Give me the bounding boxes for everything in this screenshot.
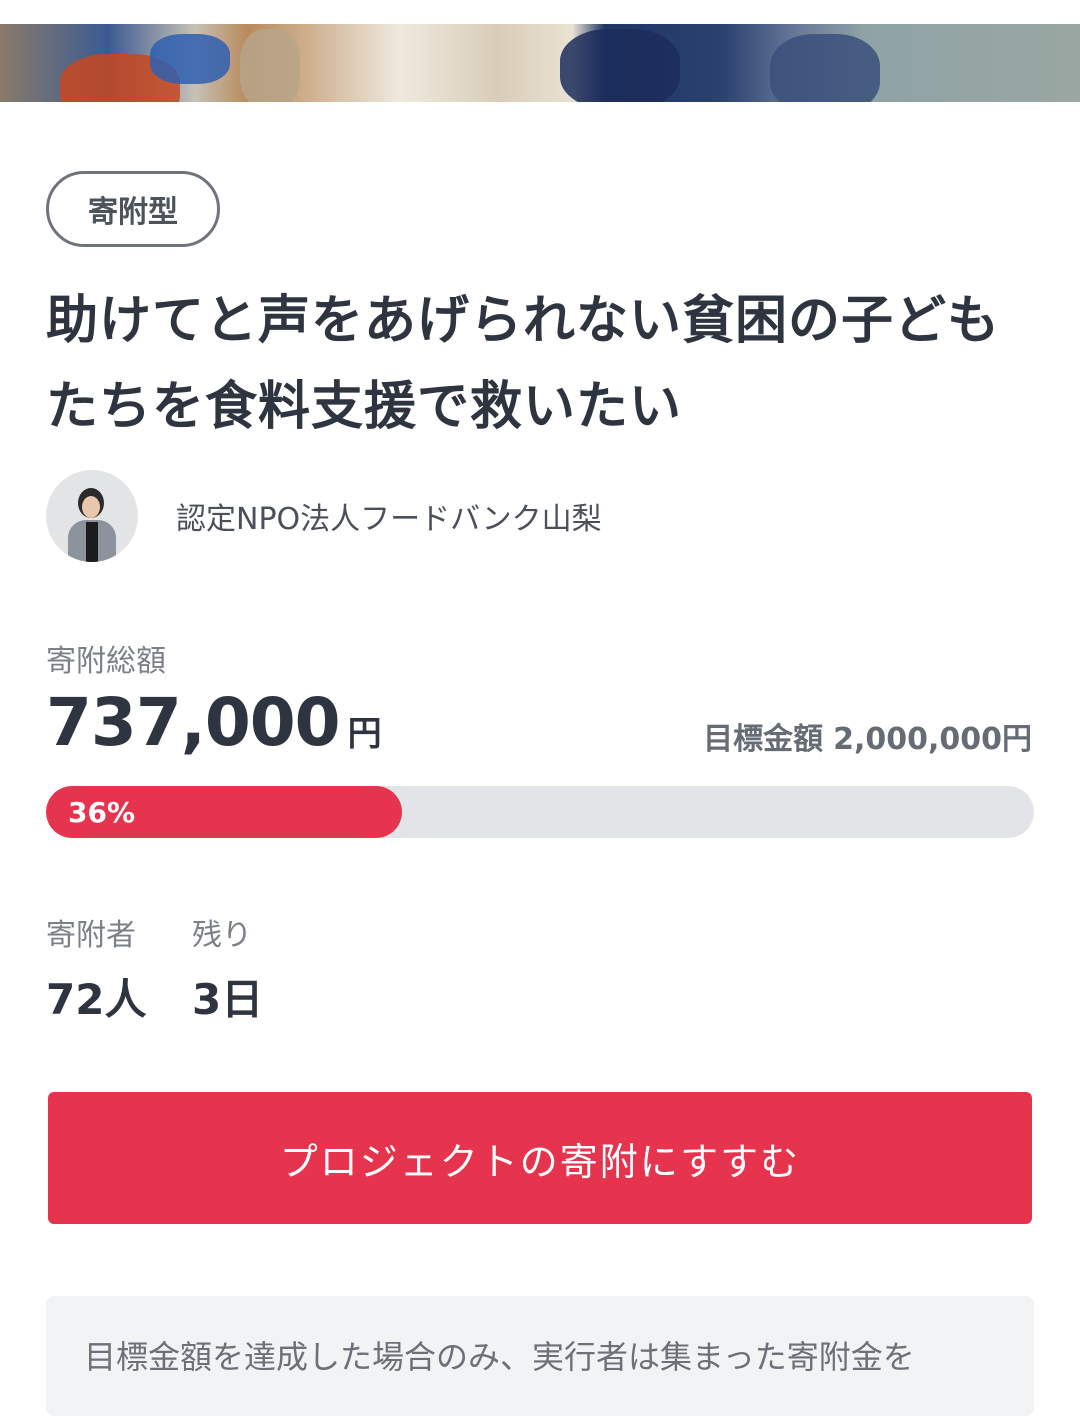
hero-image-area [0, 0, 1080, 102]
total-amount: 737,000 円 [46, 684, 382, 761]
goal-amount: 目標金額 2,000,000円 [703, 714, 1032, 758]
remaining-stat: 残り 3日 [192, 910, 263, 1027]
project-title: 助けてと声をあげられない貧困の子どもたちを食料支援で救いたい [46, 291, 1001, 437]
progress-bar: 36% [46, 786, 1034, 838]
remaining-label: 残り [192, 918, 252, 953]
organization-name[interactable]: 認定NPO法人フードバンク山梨 [176, 494, 602, 538]
remaining-value: 3日 [192, 975, 264, 1024]
progress-percent: 36% [68, 795, 136, 829]
info-note-text: 目標金額を達成した場合のみ、実行者は集まった寄附金を [84, 1338, 915, 1376]
total-amount-unit: 円 [347, 714, 382, 754]
progress-fill: 36% [46, 786, 402, 838]
organization-row[interactable]: 認定NPO法人フードバンク山梨 [46, 470, 602, 562]
donors-value: 72人 [46, 975, 147, 1024]
donors-label: 寄附者 [46, 918, 136, 953]
project-type-tag: 寄附型 [46, 171, 220, 247]
proceed-to-donate-button[interactable]: プロジェクトの寄附にすすむ [48, 1092, 1032, 1224]
total-label: 寄附総額 [46, 644, 166, 679]
avatar[interactable] [46, 470, 138, 562]
info-note-box: 目標金額を達成した場合のみ、実行者は集まった寄附金を [46, 1296, 1034, 1416]
total-amount-value: 737,000 [46, 684, 341, 761]
hero-photo [0, 24, 1080, 102]
donors-stat: 寄附者 72人 [46, 910, 146, 1027]
goal-value: 2,000,000円 [833, 722, 1032, 757]
goal-label: 目標金額 [703, 722, 824, 757]
